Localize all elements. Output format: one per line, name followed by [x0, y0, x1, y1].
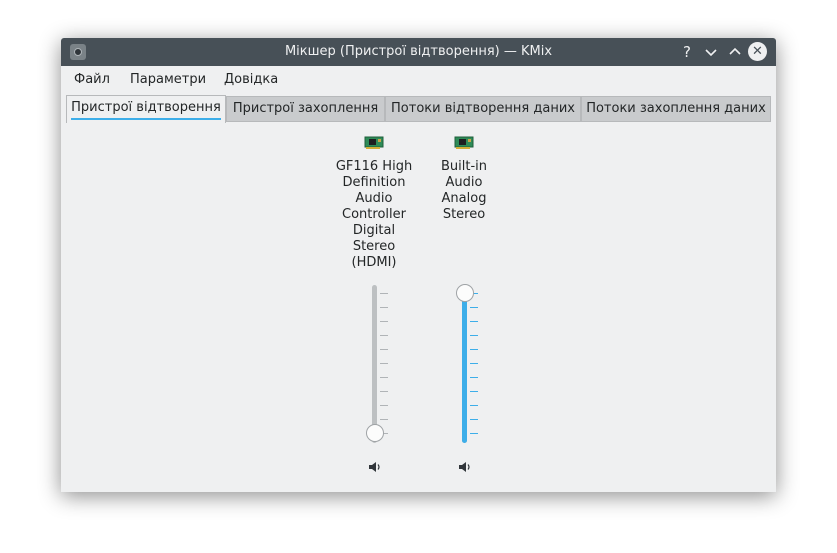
- slider-handle[interactable]: [365, 424, 384, 442]
- tab-capture-devices[interactable]: Пристрої захоплення: [226, 96, 385, 122]
- tab-playback-devices[interactable]: Пристрої відтворення: [66, 95, 226, 123]
- slider-tick: [380, 405, 388, 406]
- minimize-icon[interactable]: [701, 42, 721, 62]
- slider-tick: [380, 363, 388, 364]
- speaker-icon[interactable]: [368, 461, 382, 475]
- device-label-line: Analog: [441, 191, 487, 206]
- slider-tick: [380, 377, 388, 378]
- close-icon[interactable]: ✕: [748, 42, 767, 61]
- slider-tick: [380, 349, 388, 350]
- device-label: GF116 High Definition Audio Controller D…: [329, 159, 419, 271]
- menu-file[interactable]: Файл: [74, 72, 110, 88]
- menu-help[interactable]: Довідка: [224, 72, 278, 88]
- device-label-line: Audio: [445, 175, 483, 190]
- device-label-line: (HDMI): [351, 255, 397, 270]
- slider-tick: [470, 419, 478, 420]
- window-title: Мікшер (Пристрої відтворення) — KMix: [284, 44, 553, 59]
- slider-tick: [470, 391, 478, 392]
- slider-tick: [470, 349, 478, 350]
- slider-tick: [470, 307, 478, 308]
- device-label-line: Audio: [355, 191, 393, 206]
- slider-tick: [470, 433, 478, 434]
- maximize-icon[interactable]: [725, 42, 745, 62]
- slider-tick: [380, 335, 388, 336]
- device-label-line: Definition: [342, 175, 406, 190]
- slider-tick: [470, 377, 478, 378]
- tab-label: Пристрої відтворення: [71, 98, 221, 120]
- tab-label: Пристрої захоплення: [232, 101, 379, 116]
- slider-tick: [470, 405, 478, 406]
- tab-label: Потоки відтворення даних: [391, 101, 575, 116]
- mixer-panel: GF116 High Definition Audio Controller D…: [66, 123, 771, 487]
- tab-label: Потоки захоплення даних: [586, 101, 766, 116]
- volume-slider[interactable]: [362, 285, 392, 445]
- slider-tick: [470, 335, 478, 336]
- slider-tick: [470, 321, 478, 322]
- device-label-line: Built-in: [440, 159, 488, 174]
- help-icon[interactable]: ?: [677, 42, 697, 62]
- sound-card-icon: [364, 135, 384, 149]
- kmix-window: Мікшер (Пристрої відтворення) — KMix ? ✕…: [61, 38, 776, 492]
- slider-tick: [380, 293, 388, 294]
- device-label: Built-in Audio Analog Stereo: [419, 159, 509, 223]
- device-label-line: GF116 High: [335, 159, 413, 174]
- title-bar[interactable]: Мікшер (Пристрої відтворення) — KMix ? ✕: [61, 38, 776, 66]
- menu-settings[interactable]: Параметри: [130, 72, 206, 88]
- device-label-line: Stereo: [442, 207, 486, 222]
- device-label-line: Controller: [342, 207, 406, 222]
- tab-capture-streams[interactable]: Потоки захоплення даних: [581, 96, 771, 122]
- slider-handle[interactable]: [455, 284, 474, 302]
- speaker-icon[interactable]: [458, 461, 472, 475]
- slider-tick: [380, 419, 388, 420]
- slider-groove[interactable]: [372, 285, 377, 443]
- tab-bar: Пристрої відтворення Пристрої захоплення…: [66, 95, 771, 123]
- tab-playback-streams[interactable]: Потоки відтворення даних: [385, 96, 581, 122]
- slider-fill: [462, 293, 467, 443]
- device-label-line: Digital: [352, 223, 396, 238]
- slider-tick: [470, 363, 478, 364]
- slider-tick: [380, 391, 388, 392]
- slider-tick: [380, 321, 388, 322]
- volume-slider[interactable]: [452, 284, 482, 445]
- menu-bar: Файл Параметри Довідка: [61, 66, 776, 92]
- sound-card-icon: [454, 135, 474, 149]
- slider-tick: [380, 307, 388, 308]
- device-label-line: Stereo: [352, 239, 396, 254]
